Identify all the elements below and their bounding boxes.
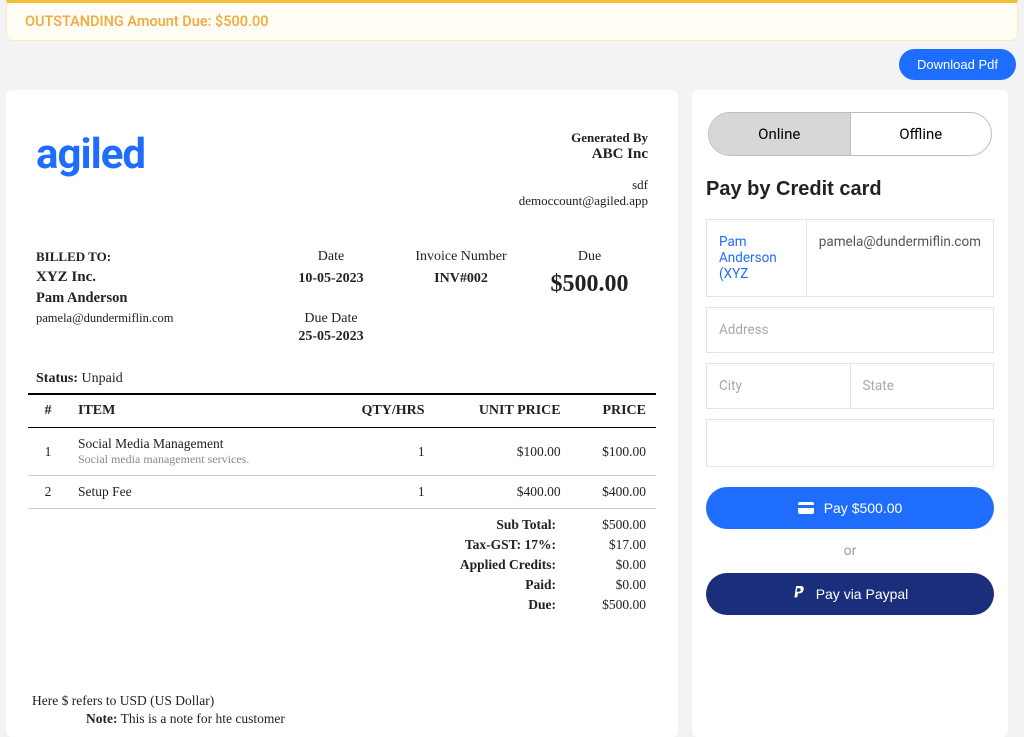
email-field[interactable]: pamela@dundermiflin.com (807, 219, 994, 297)
total-value: $17.00 (576, 537, 646, 553)
invoice-due-col: Due $500.00 (531, 249, 648, 345)
due-date-value: 25-05-2023 (283, 329, 379, 345)
card-field[interactable] (706, 419, 994, 467)
table-row: 2 Setup Fee 1 $400.00 $400.00 (28, 476, 656, 509)
item-name: Setup Fee (78, 484, 314, 500)
col-price: PRICE (571, 394, 656, 428)
credit-card-icon (798, 502, 814, 514)
or-divider: or (706, 543, 994, 559)
billed-to-client: XYZ Inc. (36, 269, 271, 286)
paypal-icon (792, 586, 806, 602)
item-qty: 1 (324, 476, 435, 509)
invoice-number-value: INV#002 (403, 271, 519, 287)
pay-button-label: Pay $500.00 (824, 500, 903, 516)
invoice-status: Status: Unpaid (28, 371, 656, 387)
item-unit: $100.00 (435, 428, 571, 476)
item-price: $100.00 (571, 428, 656, 476)
name-field[interactable]: Pam Anderson (XYZ (706, 219, 807, 297)
download-pdf-button[interactable]: Download Pdf (899, 49, 1016, 80)
total-value: $500.00 (576, 597, 646, 613)
date-value: 10-05-2023 (283, 271, 379, 287)
currency-note: Here $ refers to USD (US Dollar) (32, 693, 652, 709)
invoice-panel: agiled Generated By ABC Inc sdf democcou… (6, 90, 678, 737)
generated-by-company: ABC Inc (519, 146, 648, 163)
paypal-button[interactable]: Pay via Paypal (706, 573, 994, 615)
brand-logo: agiled (36, 130, 145, 179)
total-label: Applied Credits: (416, 557, 556, 573)
billed-to-email: pamela@dundermiflin.com (36, 311, 271, 326)
topbar: Download Pdf (0, 41, 1024, 90)
note-text: This is a note for hte customer (121, 711, 285, 726)
city-field[interactable]: City (706, 363, 851, 409)
total-label: Due: (416, 597, 556, 613)
total-label: Tax-GST: 17%: (416, 537, 556, 553)
item-price: $400.00 (571, 476, 656, 509)
billed-to-label: BILLED TO: (36, 249, 271, 265)
status-label: Status: (36, 371, 78, 386)
invoice-number-col: Invoice Number INV#002 (391, 249, 531, 345)
generated-by: Generated By ABC Inc sdf democcount@agil… (519, 130, 648, 209)
invoice-date-col: Date 10-05-2023 Due Date 25-05-2023 (271, 249, 391, 345)
col-unit-price: UNIT PRICE (435, 394, 571, 428)
row-num: 1 (28, 428, 68, 476)
billed-to: BILLED TO: XYZ Inc. Pam Anderson pamela@… (36, 249, 271, 345)
line-items-table: # ITEM QTY/HRS UNIT PRICE PRICE 1 Social… (28, 393, 656, 509)
item-qty: 1 (324, 428, 435, 476)
col-num: # (28, 394, 68, 428)
note-label: Note: (86, 711, 117, 726)
payment-sidebar: Online Offline Pay by Credit card Pam An… (692, 90, 1008, 737)
outstanding-banner: OUTSTANDING Amount Due: $500.00 (6, 0, 1018, 41)
total-label: Paid: (416, 577, 556, 593)
total-value: $500.00 (576, 517, 646, 533)
paypal-button-label: Pay via Paypal (816, 586, 909, 602)
generated-by-label: Generated By (519, 130, 648, 146)
pay-button[interactable]: Pay $500.00 (706, 487, 994, 529)
state-field[interactable]: State (851, 363, 995, 409)
tab-online[interactable]: Online (709, 113, 850, 155)
item-unit: $400.00 (435, 476, 571, 509)
total-value: $0.00 (576, 557, 646, 573)
pay-header: Pay by Credit card (706, 178, 994, 201)
due-date-label: Due Date (283, 311, 379, 327)
generated-by-email: democcount@agiled.app (519, 193, 648, 209)
invoice-number-label: Invoice Number (403, 249, 519, 265)
item-name: Social Media Management (78, 436, 314, 452)
address-field[interactable]: Address (706, 307, 994, 353)
status-value: Unpaid (82, 371, 123, 386)
date-label: Date (283, 249, 379, 265)
col-item: ITEM (68, 394, 324, 428)
table-row: 1 Social Media Management Social media m… (28, 428, 656, 476)
invoice-footer: Here $ refers to USD (US Dollar) Note: T… (28, 693, 656, 727)
total-label: Sub Total: (416, 517, 556, 533)
total-value: $0.00 (576, 577, 646, 593)
due-amount: $500.00 (543, 271, 636, 298)
generated-by-sub1: sdf (519, 177, 648, 193)
payment-tabs: Online Offline (708, 112, 992, 156)
tab-offline[interactable]: Offline (850, 113, 992, 155)
due-label: Due (543, 249, 636, 265)
billed-to-person: Pam Anderson (36, 290, 271, 307)
col-qty: QTY/HRS (324, 394, 435, 428)
row-num: 2 (28, 476, 68, 509)
totals: Sub Total: $500.00 Tax-GST: 17%: $17.00 Ap… (28, 515, 656, 615)
item-desc: Social media management services. (78, 452, 314, 467)
